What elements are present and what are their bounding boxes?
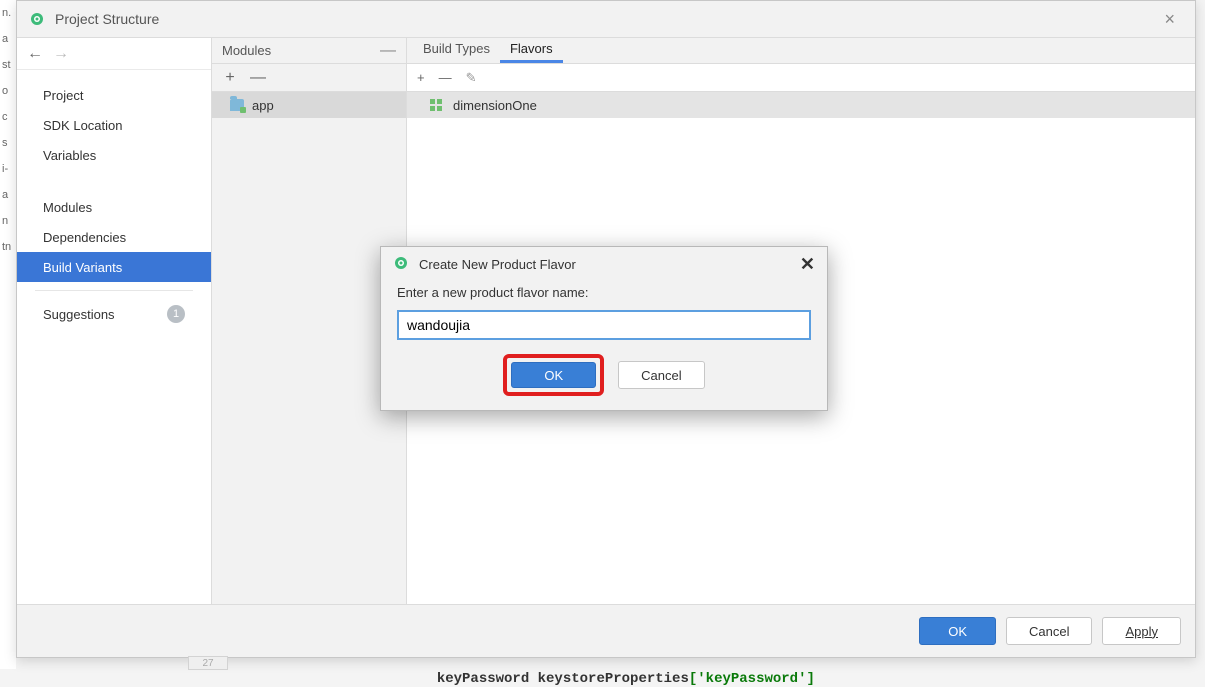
sidebar-separator — [35, 290, 193, 291]
tab-label: Build Types — [423, 41, 490, 56]
sidebar-item-dependencies[interactable]: Dependencies — [17, 222, 211, 252]
sidebar-item-modules[interactable]: Modules — [17, 192, 211, 222]
flavors-toolbar: + — ✎ — [407, 64, 1195, 92]
tab-strip: Build Types Flavors — [407, 38, 1195, 64]
sidebar-label: SDK Location — [43, 118, 123, 133]
code-text: keyPassword keystoreProperties — [437, 671, 689, 687]
dimension-icon — [429, 98, 443, 112]
close-icon[interactable]: × — [1156, 5, 1183, 34]
sidebar-label: Suggestions — [43, 307, 115, 322]
sidebar-item-variables[interactable]: Variables — [17, 140, 211, 170]
sidebar-item-build-variants[interactable]: Build Variants — [17, 252, 211, 282]
remove-flavor-icon[interactable]: — — [439, 70, 452, 85]
footer: OK Cancel Apply — [17, 605, 1195, 657]
edit-flavor-icon[interactable]: ✎ — [466, 70, 477, 86]
create-flavor-dialog: Create New Product Flavor ✕ Enter a new … — [380, 246, 828, 411]
dialog-title: Create New Product Flavor — [419, 257, 576, 272]
sidebar-label: Modules — [43, 200, 92, 215]
sidebar-item-suggestions[interactable]: Suggestions 1 — [17, 299, 211, 329]
ok-button[interactable]: OK — [919, 617, 996, 645]
sidebar-item-project[interactable]: Project — [17, 80, 211, 110]
minimize-icon[interactable]: — — [380, 42, 396, 60]
code-string: 'keyPassword' — [697, 671, 806, 687]
back-arrow-icon[interactable]: ← — [27, 45, 43, 63]
add-module-icon[interactable]: + — [222, 69, 238, 87]
sidebar: ← → Project SDK Location Variables Modul… — [17, 38, 212, 604]
flavor-row-dimension-one[interactable]: dimensionOne — [407, 92, 1195, 118]
sidebar-label: Build Variants — [43, 260, 122, 275]
module-name: app — [252, 98, 274, 113]
app-icon — [29, 11, 45, 27]
apply-button[interactable]: Apply — [1102, 617, 1181, 645]
editor-gutter-number: 27 — [188, 656, 228, 670]
flavor-name-input[interactable] — [397, 310, 811, 340]
tab-build-types[interactable]: Build Types — [413, 37, 500, 63]
editor-left-gutter: n.astocsi-antn — [0, 0, 16, 669]
modules-column: Modules — + — app — [212, 38, 407, 604]
code-bracket: ] — [806, 671, 814, 687]
modules-toolbar: + — — [212, 64, 406, 92]
nav-arrows: ← → — [17, 38, 211, 70]
sidebar-label: Variables — [43, 148, 96, 163]
dialog-ok-button[interactable]: OK — [511, 362, 596, 388]
add-flavor-icon[interactable]: + — [417, 70, 425, 85]
tab-flavors[interactable]: Flavors — [500, 37, 563, 63]
sidebar-label: Project — [43, 88, 83, 103]
dialog-buttons: OK Cancel — [397, 354, 811, 396]
forward-arrow-icon[interactable]: → — [53, 45, 69, 63]
suggestions-badge: 1 — [167, 305, 185, 323]
ok-highlight-annotation: OK — [503, 354, 604, 396]
window-title: Project Structure — [55, 11, 159, 27]
dialog-app-icon — [393, 255, 409, 274]
remove-module-icon[interactable]: — — [250, 69, 266, 87]
editor-code-line: keyPassword keystoreProperties['keyPassw… — [420, 655, 815, 687]
dialog-body: Enter a new product flavor name: OK Canc… — [381, 281, 827, 410]
module-row-app[interactable]: app — [212, 92, 406, 118]
cancel-button[interactable]: Cancel — [1006, 617, 1092, 645]
sidebar-label: Dependencies — [43, 230, 126, 245]
dialog-close-icon[interactable]: ✕ — [800, 254, 815, 275]
module-folder-icon — [230, 99, 244, 111]
titlebar: Project Structure × — [17, 1, 1195, 37]
flavor-name: dimensionOne — [453, 98, 537, 113]
tab-label: Flavors — [510, 41, 553, 56]
code-bracket: [ — [689, 671, 697, 687]
sidebar-item-sdk-location[interactable]: SDK Location — [17, 110, 211, 140]
dialog-label: Enter a new product flavor name: — [397, 285, 811, 300]
dialog-titlebar: Create New Product Flavor ✕ — [381, 247, 827, 281]
dialog-cancel-button[interactable]: Cancel — [618, 361, 704, 389]
modules-header-label: Modules — [222, 43, 271, 58]
modules-header: Modules — — [212, 38, 406, 64]
